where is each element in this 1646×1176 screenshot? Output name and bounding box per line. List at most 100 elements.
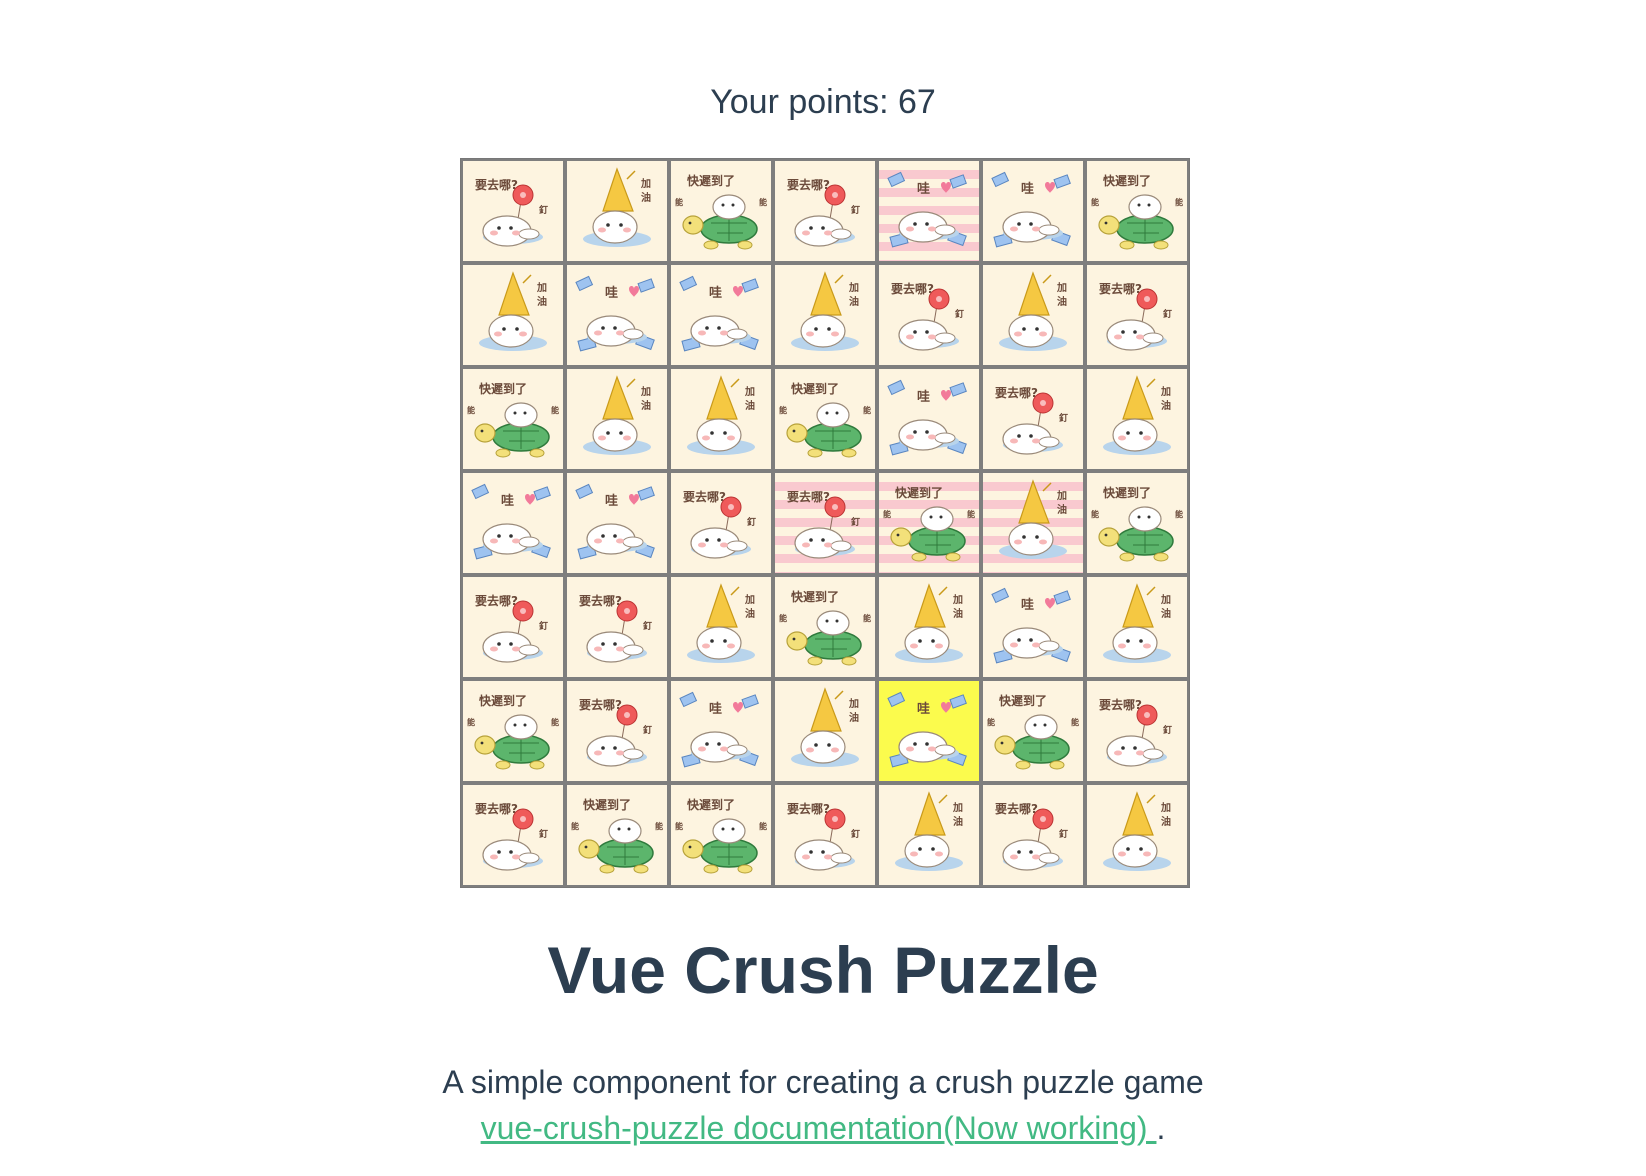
svg-text:哇: 哇 bbox=[605, 493, 618, 509]
puzzle-tile[interactable]: 要去哪? 釘 bbox=[461, 575, 565, 679]
puzzle-tile[interactable]: 哇 bbox=[981, 159, 1085, 263]
svg-text:加: 加 bbox=[1056, 489, 1067, 502]
puzzle-tile[interactable]: 要去哪? 釘 bbox=[565, 679, 669, 783]
puzzle-tile[interactable]: 哇 bbox=[565, 263, 669, 367]
svg-text:加: 加 bbox=[640, 177, 651, 190]
puzzle-tile[interactable]: 加油 bbox=[669, 367, 773, 471]
svg-text:要去哪?: 要去哪? bbox=[787, 489, 830, 504]
puzzle-tile[interactable]: 哇 bbox=[877, 679, 981, 783]
puzzle-tile[interactable]: 加油 bbox=[981, 471, 1085, 575]
puzzle-tile[interactable]: 要去哪? 釘 bbox=[981, 367, 1085, 471]
puzzle-tile[interactable]: 要去哪? 釘 bbox=[461, 159, 565, 263]
svg-text:釘: 釘 bbox=[851, 828, 860, 840]
puzzle-tile[interactable]: 要去哪? 釘 bbox=[461, 783, 565, 887]
puzzle-tile[interactable]: 加油 bbox=[877, 783, 981, 887]
puzzle-tile[interactable]: 加油 bbox=[565, 367, 669, 471]
svg-text:快遲到了: 快遲到了 bbox=[479, 693, 527, 708]
puzzle-tile[interactable]: 加油 bbox=[669, 575, 773, 679]
svg-text:油: 油 bbox=[641, 399, 651, 412]
puzzle-tile[interactable]: 快遲到了能 能 bbox=[565, 783, 669, 887]
svg-text:能: 能 bbox=[1175, 509, 1183, 519]
puzzle-tile[interactable]: 加油 bbox=[773, 263, 877, 367]
puzzle-tile[interactable]: 加油 bbox=[981, 263, 1085, 367]
puzzle-tile[interactable]: 要去哪? 釘 bbox=[773, 783, 877, 887]
docs-period: . bbox=[1156, 1110, 1166, 1146]
puzzle-board: 要去哪? 釘加油快遲到了能能要去哪? 釘哇哇快遲到了能能加油哇哇加油要去哪? 釘加油要… bbox=[460, 158, 1190, 888]
svg-text:加: 加 bbox=[1160, 385, 1171, 398]
puzzle-tile[interactable]: 哇 bbox=[669, 679, 773, 783]
puzzle-tile[interactable]: 快遲到了能 能 bbox=[981, 679, 1085, 783]
svg-text:快遲到了: 快遲到了 bbox=[583, 797, 631, 812]
svg-text:要去哪?: 要去哪? bbox=[1099, 281, 1142, 296]
puzzle-tile[interactable]: 哇 bbox=[565, 471, 669, 575]
svg-text:油: 油 bbox=[537, 295, 547, 308]
puzzle-tile[interactable]: 要去哪? 釘 bbox=[1085, 263, 1189, 367]
puzzle-tile[interactable]: 加油 bbox=[461, 263, 565, 367]
svg-text:加: 加 bbox=[1160, 801, 1171, 814]
svg-text:快遲到了: 快遲到了 bbox=[999, 693, 1047, 708]
puzzle-tile[interactable]: 快遲到了能 能 bbox=[877, 471, 981, 575]
svg-text:加: 加 bbox=[1056, 281, 1067, 294]
puzzle-tile[interactable]: 快遲到了能 能 bbox=[669, 159, 773, 263]
svg-text:哇: 哇 bbox=[1021, 597, 1034, 613]
puzzle-tile[interactable]: 哇 bbox=[877, 367, 981, 471]
puzzle-tile[interactable]: 哇 bbox=[877, 159, 981, 263]
puzzle-tile[interactable]: 要去哪? 釘 bbox=[1085, 679, 1189, 783]
svg-text:能: 能 bbox=[675, 197, 683, 207]
puzzle-tile[interactable]: 加油 bbox=[877, 575, 981, 679]
docs-link[interactable]: vue-crush-puzzle documentation(Now worki… bbox=[481, 1110, 1157, 1146]
svg-text:油: 油 bbox=[1057, 503, 1067, 516]
svg-text:快遲到了: 快遲到了 bbox=[687, 797, 735, 812]
puzzle-tile[interactable]: 要去哪? 釘 bbox=[669, 471, 773, 575]
svg-text:哇: 哇 bbox=[501, 493, 514, 509]
svg-text:油: 油 bbox=[953, 815, 963, 828]
svg-text:能: 能 bbox=[1175, 197, 1183, 207]
svg-text:油: 油 bbox=[1161, 399, 1171, 412]
puzzle-tile[interactable]: 要去哪? 釘 bbox=[773, 159, 877, 263]
puzzle-tile[interactable]: 加油 bbox=[565, 159, 669, 263]
svg-text:要去哪?: 要去哪? bbox=[787, 801, 830, 816]
description: A simple component for creating a crush … bbox=[442, 1064, 1204, 1100]
svg-text:快遲到了: 快遲到了 bbox=[479, 381, 527, 396]
svg-text:快遲到了: 快遲到了 bbox=[1103, 173, 1151, 188]
puzzle-tile[interactable]: 加油 bbox=[1085, 367, 1189, 471]
svg-text:加: 加 bbox=[536, 281, 547, 294]
svg-text:能: 能 bbox=[779, 405, 787, 415]
puzzle-tile[interactable]: 要去哪? 釘 bbox=[981, 783, 1085, 887]
puzzle-tile[interactable]: 加油 bbox=[773, 679, 877, 783]
puzzle-tile[interactable]: 哇 bbox=[461, 471, 565, 575]
puzzle-tile[interactable]: 哇 bbox=[669, 263, 773, 367]
svg-text:油: 油 bbox=[849, 295, 859, 308]
puzzle-tile[interactable]: 快遲到了能 能 bbox=[773, 575, 877, 679]
svg-text:能: 能 bbox=[863, 405, 871, 415]
svg-text:釘: 釘 bbox=[539, 828, 548, 840]
svg-text:哇: 哇 bbox=[917, 701, 930, 717]
svg-text:油: 油 bbox=[745, 399, 755, 412]
svg-text:油: 油 bbox=[641, 191, 651, 204]
puzzle-tile[interactable]: 快遲到了能 能 bbox=[1085, 159, 1189, 263]
svg-text:加: 加 bbox=[640, 385, 651, 398]
svg-text:要去哪?: 要去哪? bbox=[995, 801, 1038, 816]
puzzle-tile[interactable]: 要去哪? 釘 bbox=[773, 471, 877, 575]
svg-text:釘: 釘 bbox=[1163, 724, 1172, 736]
svg-text:快遲到了: 快遲到了 bbox=[895, 485, 943, 500]
puzzle-tile[interactable]: 要去哪? 釘 bbox=[565, 575, 669, 679]
puzzle-tile[interactable]: 快遲到了能 能 bbox=[461, 679, 565, 783]
svg-text:能: 能 bbox=[1091, 197, 1099, 207]
puzzle-tile[interactable]: 加油 bbox=[1085, 575, 1189, 679]
svg-text:加: 加 bbox=[1160, 593, 1171, 606]
svg-text:能: 能 bbox=[779, 613, 787, 623]
puzzle-tile[interactable]: 快遲到了能 能 bbox=[669, 783, 773, 887]
puzzle-tile[interactable]: 加油 bbox=[1085, 783, 1189, 887]
puzzle-tile[interactable]: 快遲到了能 能 bbox=[773, 367, 877, 471]
svg-text:能: 能 bbox=[967, 509, 975, 519]
svg-text:要去哪?: 要去哪? bbox=[891, 281, 934, 296]
svg-text:要去哪?: 要去哪? bbox=[579, 697, 622, 712]
svg-text:要去哪?: 要去哪? bbox=[475, 177, 518, 192]
puzzle-tile[interactable]: 哇 bbox=[981, 575, 1085, 679]
svg-text:要去哪?: 要去哪? bbox=[995, 385, 1038, 400]
puzzle-tile[interactable]: 要去哪? 釘 bbox=[877, 263, 981, 367]
svg-text:哇: 哇 bbox=[1021, 181, 1034, 197]
puzzle-tile[interactable]: 快遲到了能 能 bbox=[461, 367, 565, 471]
puzzle-tile[interactable]: 快遲到了能 能 bbox=[1085, 471, 1189, 575]
